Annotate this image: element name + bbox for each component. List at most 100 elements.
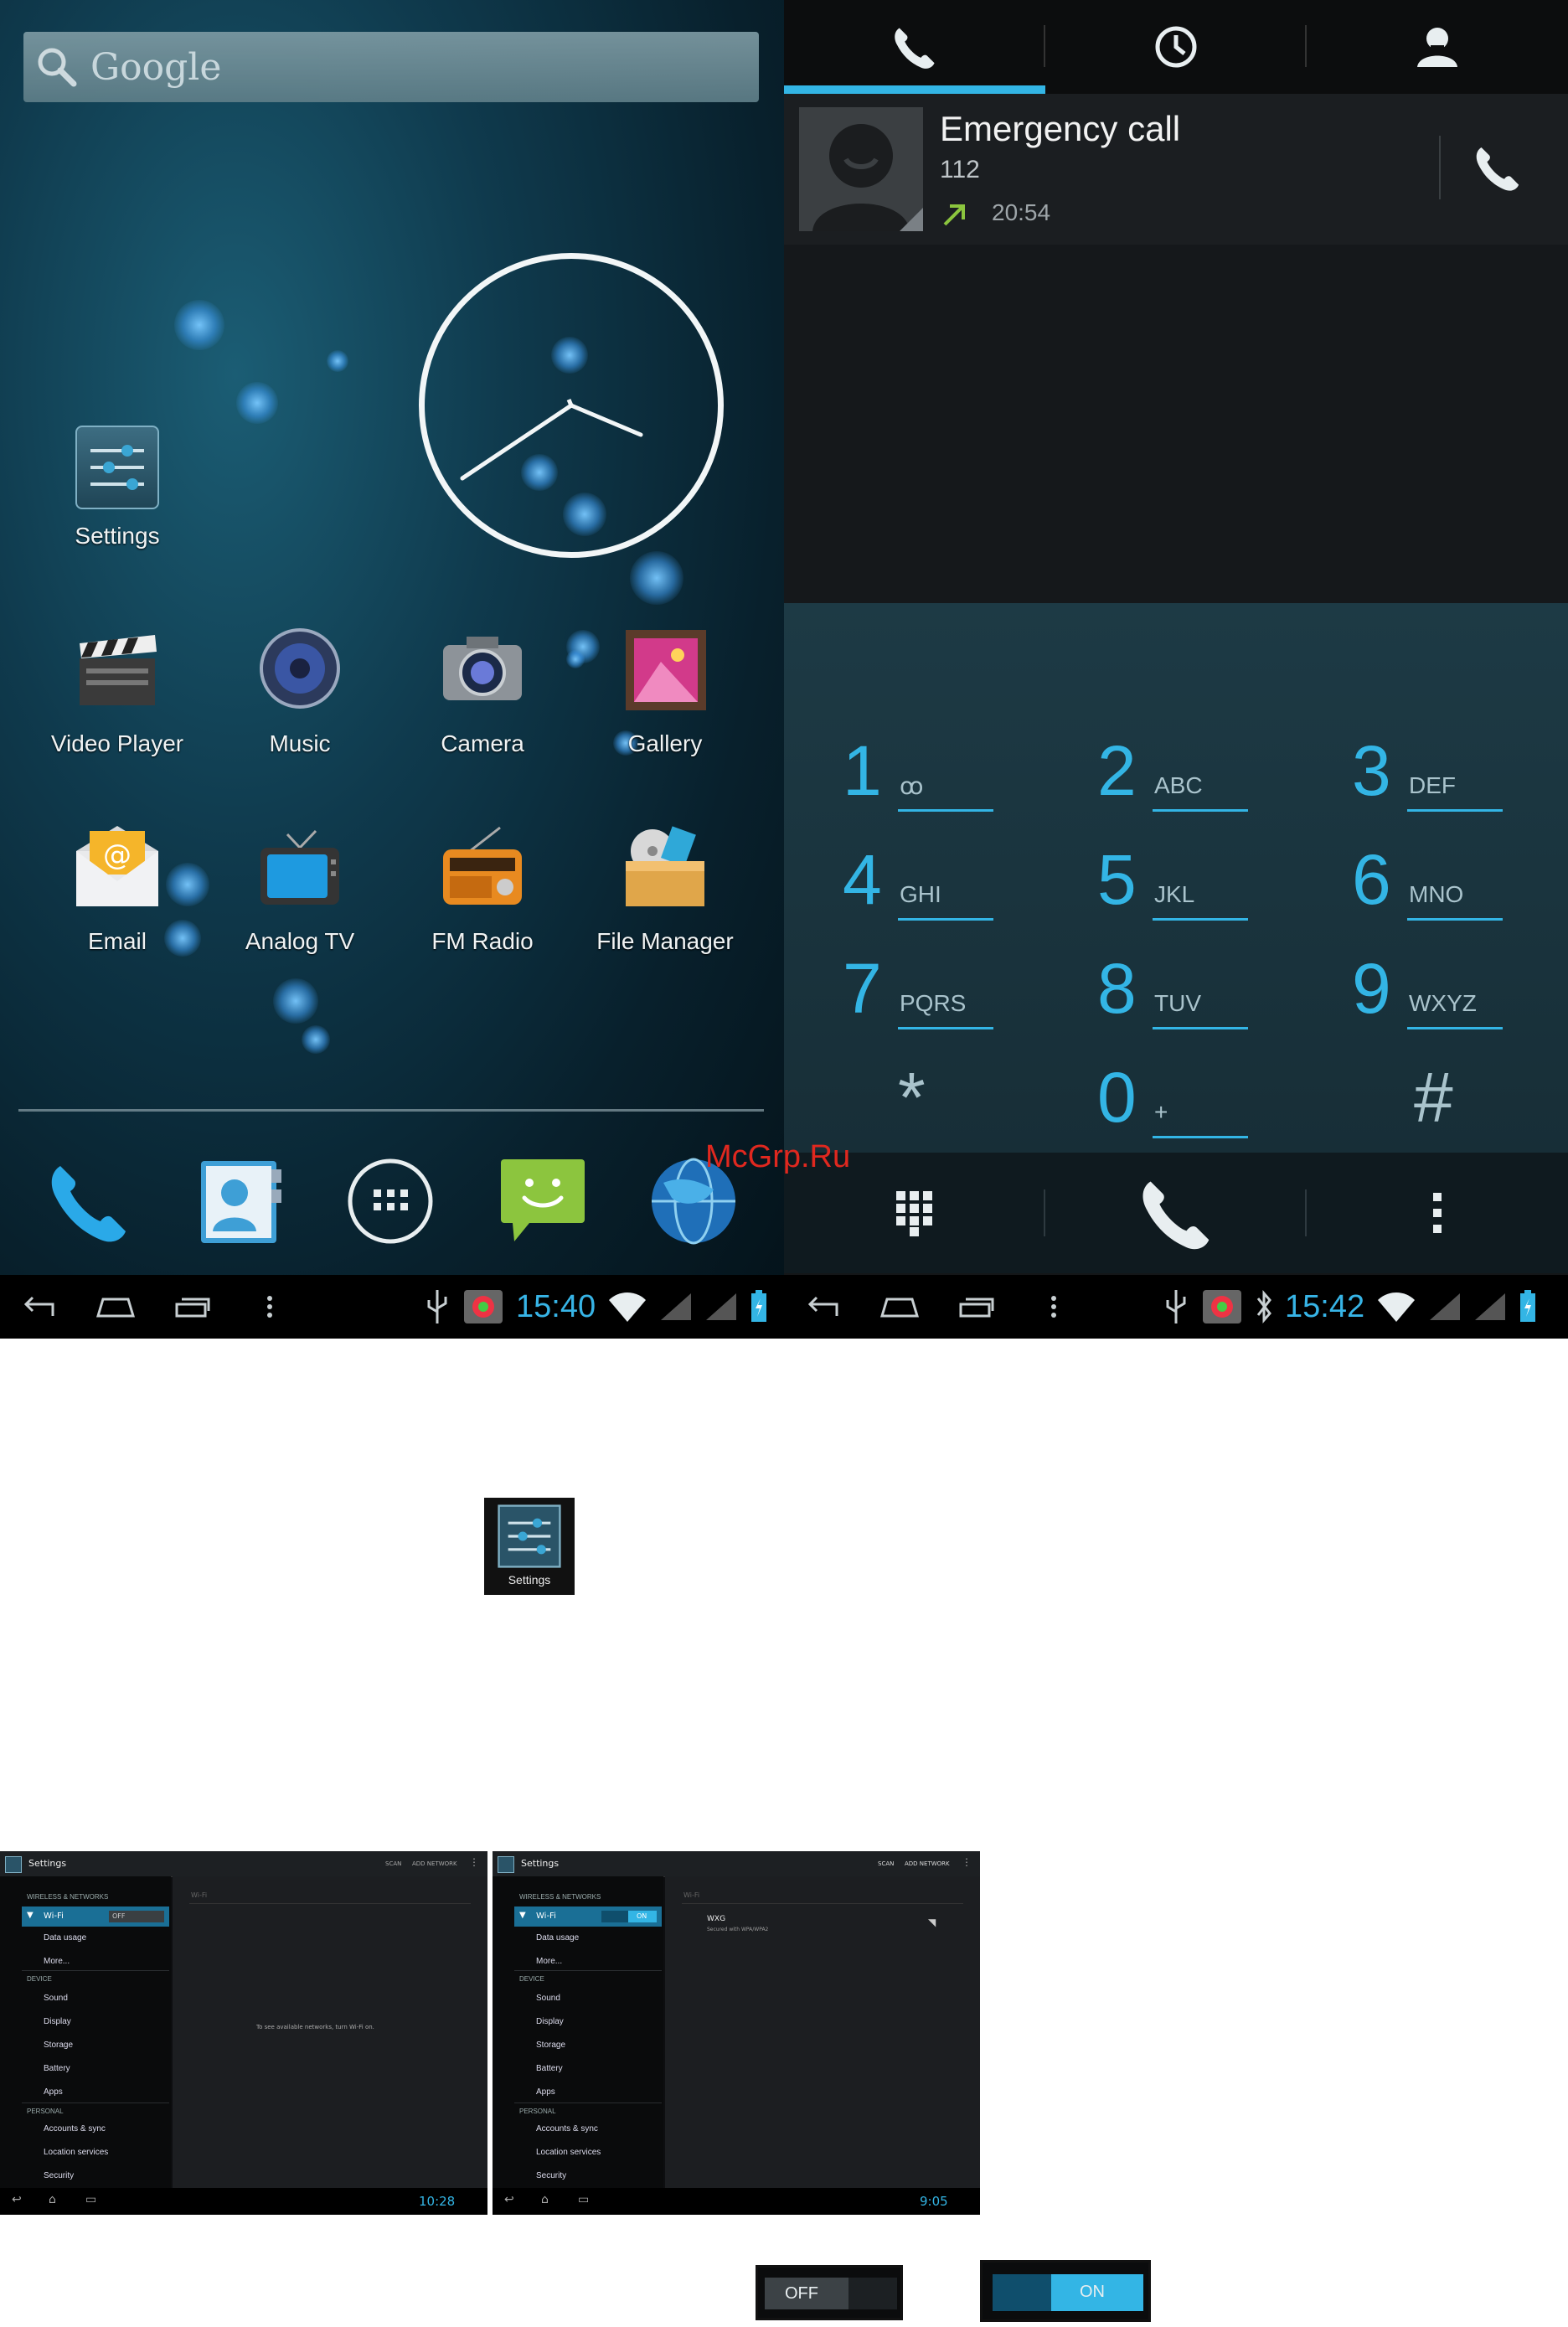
- add-network-button[interactable]: ADD NETWORK: [905, 1860, 950, 1867]
- add-network-button[interactable]: ADD NETWORK: [412, 1860, 457, 1867]
- app-music[interactable]: Music: [216, 625, 384, 757]
- toggle-on-example[interactable]: ON: [980, 2260, 1151, 2322]
- sidebar-item-data-usage[interactable]: Data usage: [536, 1933, 579, 1943]
- sidebar-item-display[interactable]: Display: [536, 2017, 564, 2026]
- dial-call-button[interactable]: [1045, 1153, 1307, 1273]
- signal-icon: [1430, 1293, 1461, 1320]
- key-letters: +: [1154, 1099, 1168, 1125]
- sidebar-item-location-services[interactable]: Location services: [44, 2148, 108, 2157]
- app-gallery[interactable]: Gallery: [581, 625, 749, 757]
- digits-area[interactable]: [784, 245, 1568, 603]
- sidebar-item-storage[interactable]: Storage: [44, 2041, 73, 2050]
- wifi-toggle[interactable]: OFF: [109, 1911, 164, 1922]
- app-camera[interactable]: Camera: [399, 625, 566, 757]
- sidebar-item-more[interactable]: More...: [44, 1957, 70, 1966]
- sidebar-item-accounts-sync[interactable]: Accounts & sync: [536, 2124, 598, 2134]
- key-2[interactable]: 2 ABC: [1097, 729, 1349, 838]
- wifi-network-item[interactable]: WXG Secured with WPA/WPA2 ◥: [682, 1908, 963, 1942]
- key-3[interactable]: 3 DEF: [1352, 729, 1568, 838]
- section-header: WIRELESS & NETWORKS: [27, 1893, 109, 1901]
- tab-contacts[interactable]: [1307, 0, 1568, 94]
- scan-button[interactable]: SCAN: [878, 1860, 894, 1867]
- recent-apps-icon[interactable]: [154, 1275, 231, 1339]
- scan-button[interactable]: SCAN: [385, 1860, 401, 1867]
- settings-sidebar: WIRELESS & NETWORKS ▼ Wi-Fi OFF Data usa…: [0, 1876, 171, 2188]
- sidebar-item-wifi[interactable]: ▼ Wi-Fi OFF: [22, 1906, 169, 1927]
- back-icon[interactable]: [0, 1275, 77, 1339]
- home-icon[interactable]: ⌂: [49, 2193, 56, 2206]
- app-file-manager[interactable]: File Manager: [581, 823, 749, 955]
- key-underline: [1407, 809, 1503, 812]
- dialer-overflow-menu[interactable]: [1307, 1153, 1568, 1273]
- app-label: Camera: [441, 730, 524, 756]
- home-icon[interactable]: ⌂: [541, 2193, 549, 2206]
- settings-app-label: Settings: [508, 1573, 551, 1587]
- key-0[interactable]: 0 +: [1097, 1055, 1349, 1164]
- app-fm-radio[interactable]: FM Radio: [399, 823, 566, 955]
- back-icon[interactable]: [784, 1275, 861, 1339]
- key-4[interactable]: 4 GHI: [843, 838, 1094, 947]
- app-email[interactable]: @ Email: [34, 823, 201, 955]
- home-icon[interactable]: [77, 1275, 154, 1339]
- recent-apps-icon[interactable]: ▭: [85, 2193, 96, 2206]
- sidebar-item-label: Wi-Fi: [536, 1912, 556, 1921]
- recent-apps-icon[interactable]: ▭: [578, 2193, 589, 2206]
- tab-call-log[interactable]: [1045, 0, 1307, 94]
- sidebar-item-location-services[interactable]: Location services: [536, 2148, 601, 2157]
- sidebar-item-display[interactable]: Display: [44, 2017, 71, 2026]
- home-icon[interactable]: [861, 1275, 938, 1339]
- sidebar-item-sound[interactable]: Sound: [536, 1994, 560, 2003]
- menu-overflow-icon[interactable]: [1015, 1275, 1092, 1339]
- key-8[interactable]: 8 TUV: [1097, 947, 1349, 1055]
- key-6[interactable]: 6 MNO: [1352, 838, 1568, 947]
- sidebar-item-security[interactable]: Security: [536, 2171, 566, 2180]
- contacts-icon[interactable]: [194, 1154, 288, 1248]
- menu-overflow-icon[interactable]: ⋮: [469, 1856, 479, 1868]
- key-hash[interactable]: #: [1414, 1055, 1568, 1164]
- contact-avatar: [799, 107, 923, 231]
- back-icon[interactable]: ↩: [504, 2193, 514, 2206]
- status-time: 9:05: [920, 2194, 948, 2209]
- settings-app-icon[interactable]: Settings: [484, 1498, 575, 1595]
- sidebar-item-battery[interactable]: Battery: [536, 2064, 563, 2073]
- key-9[interactable]: 9 WXYZ: [1352, 947, 1568, 1055]
- wifi-toggle[interactable]: ON: [601, 1911, 657, 1922]
- recent-apps-icon[interactable]: [938, 1275, 1015, 1339]
- call-log-entry[interactable]: Emergency call 112 20:54: [784, 94, 1568, 246]
- key-1[interactable]: 1ꝏ: [843, 729, 1094, 838]
- sidebar-item-battery[interactable]: Battery: [44, 2064, 70, 2073]
- menu-overflow-icon[interactable]: [231, 1275, 308, 1339]
- toggle-off-example[interactable]: OFF: [756, 2265, 903, 2320]
- sidebar-item-apps[interactable]: Apps: [536, 2087, 555, 2097]
- sidebar-item-apps[interactable]: Apps: [44, 2087, 63, 2097]
- call-back-icon[interactable]: [1471, 141, 1524, 194]
- sidebar-item-accounts-sync[interactable]: Accounts & sync: [44, 2124, 106, 2134]
- key-digit: #: [1414, 1058, 1453, 1137]
- settings-action-bar: Settings SCAN ADD NETWORK ⋮: [493, 1851, 980, 1877]
- app-analog-tv[interactable]: Analog TV: [216, 823, 384, 955]
- sidebar-item-storage[interactable]: Storage: [536, 2041, 565, 2050]
- back-icon[interactable]: ↩: [12, 2193, 22, 2206]
- status-time: 15:42: [1285, 1288, 1365, 1324]
- google-search-bar[interactable]: Google: [23, 32, 759, 102]
- key-underline: [1407, 1027, 1503, 1029]
- app-settings[interactable]: Settings: [34, 426, 201, 550]
- sidebar-item-wifi[interactable]: ▼ Wi-Fi ON: [514, 1906, 662, 1927]
- sidebar-item-more[interactable]: More...: [536, 1957, 562, 1966]
- analog-clock-widget[interactable]: [419, 253, 724, 558]
- phone-icon[interactable]: [42, 1154, 136, 1248]
- messaging-icon[interactable]: [496, 1154, 590, 1248]
- toggle-state: ON: [637, 1912, 647, 1920]
- sidebar-item-data-usage[interactable]: Data usage: [44, 1933, 86, 1943]
- tab-phone[interactable]: [784, 0, 1045, 94]
- sidebar-item-sound[interactable]: Sound: [44, 1994, 68, 2003]
- menu-overflow-icon[interactable]: ⋮: [962, 1856, 972, 1868]
- content-header: Wi-Fi: [683, 1891, 700, 1899]
- key-5[interactable]: 5 JKL: [1097, 838, 1349, 947]
- key-7[interactable]: 7 PQRS: [843, 947, 1094, 1055]
- dialpad-icon: [896, 1191, 932, 1236]
- app-drawer-icon[interactable]: [343, 1154, 437, 1248]
- email-icon: @: [71, 823, 163, 915]
- app-video-player[interactable]: Video Player: [34, 625, 201, 757]
- sidebar-item-security[interactable]: Security: [44, 2171, 74, 2180]
